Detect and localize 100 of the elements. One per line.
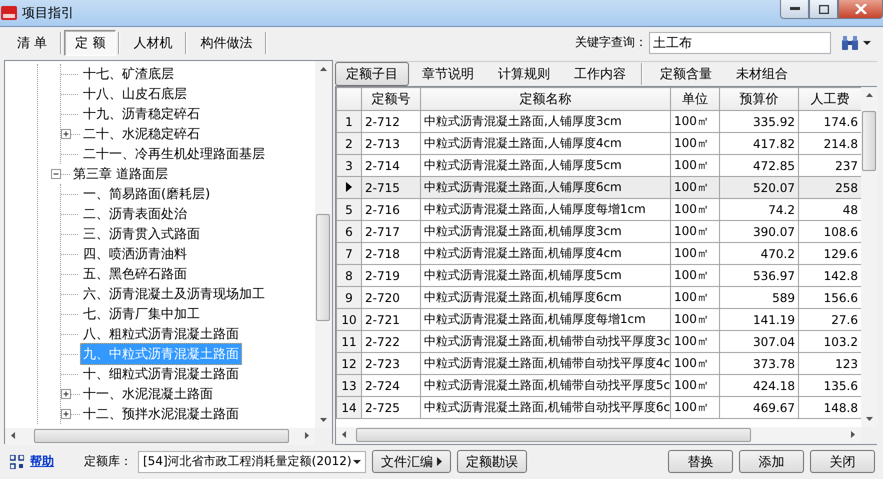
scrollbar[interactable]: [315, 61, 332, 428]
table-cell: 2-722: [362, 330, 420, 352]
tab[interactable]: 章节说明: [411, 62, 485, 86]
scroll-thumb[interactable]: [862, 111, 876, 171]
row-number[interactable]: 5: [336, 198, 362, 220]
scroll-thumb[interactable]: [316, 214, 330, 321]
tab[interactable]: 未材组合: [725, 62, 799, 86]
row-number[interactable]: 7: [336, 242, 362, 264]
table-cell: 2-720: [362, 286, 420, 308]
tree-item[interactable]: 五、黑色碎石路面: [80, 263, 190, 285]
table-cell: 258: [798, 176, 861, 198]
expand-icon[interactable]: [61, 128, 80, 140]
tree-item[interactable]: 二十一、冷再生机处理路面基层: [80, 143, 268, 165]
column-header[interactable]: 预算价: [720, 88, 798, 110]
table-cell: 2-712: [362, 110, 420, 132]
tab[interactable]: 定额含量: [649, 62, 723, 86]
tree-item[interactable]: 四、喷洒沥青油料: [80, 243, 190, 265]
table-cell: 2-725: [362, 396, 420, 418]
table-cell: 中粒式沥青混凝土路面,人铺厚度每增1cm: [420, 198, 670, 220]
tab[interactable]: 定 额: [64, 30, 116, 56]
tab[interactable]: 定额子目: [335, 62, 409, 86]
tab[interactable]: 工作内容: [563, 62, 637, 86]
minimize-button[interactable]: [780, 0, 809, 19]
table-cell: 100㎡: [670, 132, 720, 154]
row-number[interactable]: 8: [336, 264, 362, 286]
row-number[interactable]: 12: [336, 352, 362, 374]
library-dropdown[interactable]: [54]河北省市政工程消耗量定额(2012): [138, 450, 366, 472]
row-number[interactable]: 2: [336, 132, 362, 154]
table-cell: 中粒式沥青混凝土路面,人铺厚度6cm: [420, 176, 670, 198]
table-cell: 100㎡: [670, 110, 720, 132]
menu-button[interactable]: 文件汇编: [372, 450, 451, 473]
table-cell: 100㎡: [670, 352, 720, 374]
tab[interactable]: 清 单: [6, 30, 58, 56]
action-button[interactable]: 替换: [668, 450, 733, 473]
help-link[interactable]: 帮助: [30, 453, 54, 470]
row-number[interactable]: 6: [336, 220, 362, 242]
action-button[interactable]: 添加: [739, 450, 804, 473]
column-header[interactable]: 定额名称: [420, 88, 670, 110]
toolbar-button[interactable]: 定额勘误: [457, 450, 527, 473]
tree-item[interactable]: 十九、沥青稳定碎石: [80, 103, 203, 125]
table-cell: 100㎡: [670, 198, 720, 220]
expand-icon[interactable]: [61, 408, 80, 420]
table-cell: 100㎡: [670, 242, 720, 264]
column-header[interactable]: 单位: [670, 88, 720, 110]
tree-item[interactable]: 十一、水泥混凝土路面: [80, 383, 216, 405]
tab[interactable]: 计算规则: [487, 62, 561, 86]
tree-item[interactable]: 三、沥青贯入式路面: [80, 223, 203, 245]
table-cell: 100㎡: [670, 264, 720, 286]
column-header[interactable]: 人工费: [798, 88, 861, 110]
search-field[interactable]: 土工布: [649, 32, 831, 54]
close-button[interactable]: [838, 0, 883, 19]
row-number[interactable]: 14: [336, 396, 362, 418]
row-number[interactable]: 1: [336, 110, 362, 132]
tab[interactable]: 构件做法: [189, 30, 264, 56]
table-cell: 中粒式沥青混凝土路面,机铺厚度5cm: [420, 264, 670, 286]
table-cell: 2-717: [362, 220, 420, 242]
tree-item[interactable]: 十、细粒式沥青混凝土路面: [80, 363, 242, 385]
table-cell: 520.07: [720, 176, 798, 198]
library-label: 定额库：: [84, 453, 132, 470]
tree-item[interactable]: 一、简易路面(磨耗层): [80, 183, 214, 205]
binoculars-icon[interactable]: [841, 34, 859, 50]
scrollbar[interactable]: [336, 427, 861, 444]
qr-code-icon: [10, 454, 24, 468]
row-number[interactable]: 9: [336, 286, 362, 308]
tree-item[interactable]: 二十、水泥稳定碎石: [80, 123, 203, 145]
column-header[interactable]: 定额号: [362, 88, 420, 110]
tree-item[interactable]: 七、沥青厂集中加工: [80, 303, 203, 325]
dropdown-caret-icon[interactable]: [352, 458, 361, 464]
table-cell: 470.2: [720, 242, 798, 264]
expand-icon[interactable]: [61, 388, 80, 400]
scroll-thumb[interactable]: [356, 428, 751, 442]
table-cell: 100㎡: [670, 286, 720, 308]
scrollbar[interactable]: [5, 428, 315, 445]
table-cell: 335.92: [720, 110, 798, 132]
tree-item[interactable]: 二、沥青表面处治: [80, 203, 190, 225]
table-cell: 中粒式沥青混凝土路面,机铺带自动找平厚度5c: [420, 374, 670, 396]
row-number[interactable]: 13: [336, 374, 362, 396]
tree-item[interactable]: 十七、矿渣底层: [80, 63, 177, 85]
row-number[interactable]: 11: [336, 330, 362, 352]
table-cell: 536.97: [720, 264, 798, 286]
table-cell: 141.19: [720, 308, 798, 330]
row-number[interactable]: 10: [336, 308, 362, 330]
tab[interactable]: 人材机: [122, 30, 184, 56]
table-cell: 307.04: [720, 330, 798, 352]
table-cell: 424.18: [720, 374, 798, 396]
table-cell: 2-718: [362, 242, 420, 264]
table-cell: 中粒式沥青混凝土路面,人铺厚度3cm: [420, 110, 670, 132]
action-button[interactable]: 关闭: [810, 450, 875, 473]
tree-item[interactable]: 十二、预拌水泥混凝土路面: [80, 403, 242, 425]
tree-item[interactable]: 第三章 道路面层: [70, 163, 172, 185]
tree-item[interactable]: 八、粗粒式沥青混凝土路面: [80, 323, 242, 345]
table-cell: 100㎡: [670, 396, 720, 418]
maximize-button[interactable]: [809, 0, 838, 19]
row-number[interactable]: 3: [336, 154, 362, 176]
scroll-thumb[interactable]: [34, 429, 289, 443]
table-cell: 2-715: [362, 176, 420, 198]
table-cell: 2-721: [362, 308, 420, 330]
tree-item[interactable]: 十八、山皮石底层: [80, 83, 190, 105]
tree-item[interactable]: 六、沥青混凝土及沥青现场加工: [80, 283, 268, 305]
collapse-icon[interactable]: [51, 168, 70, 180]
